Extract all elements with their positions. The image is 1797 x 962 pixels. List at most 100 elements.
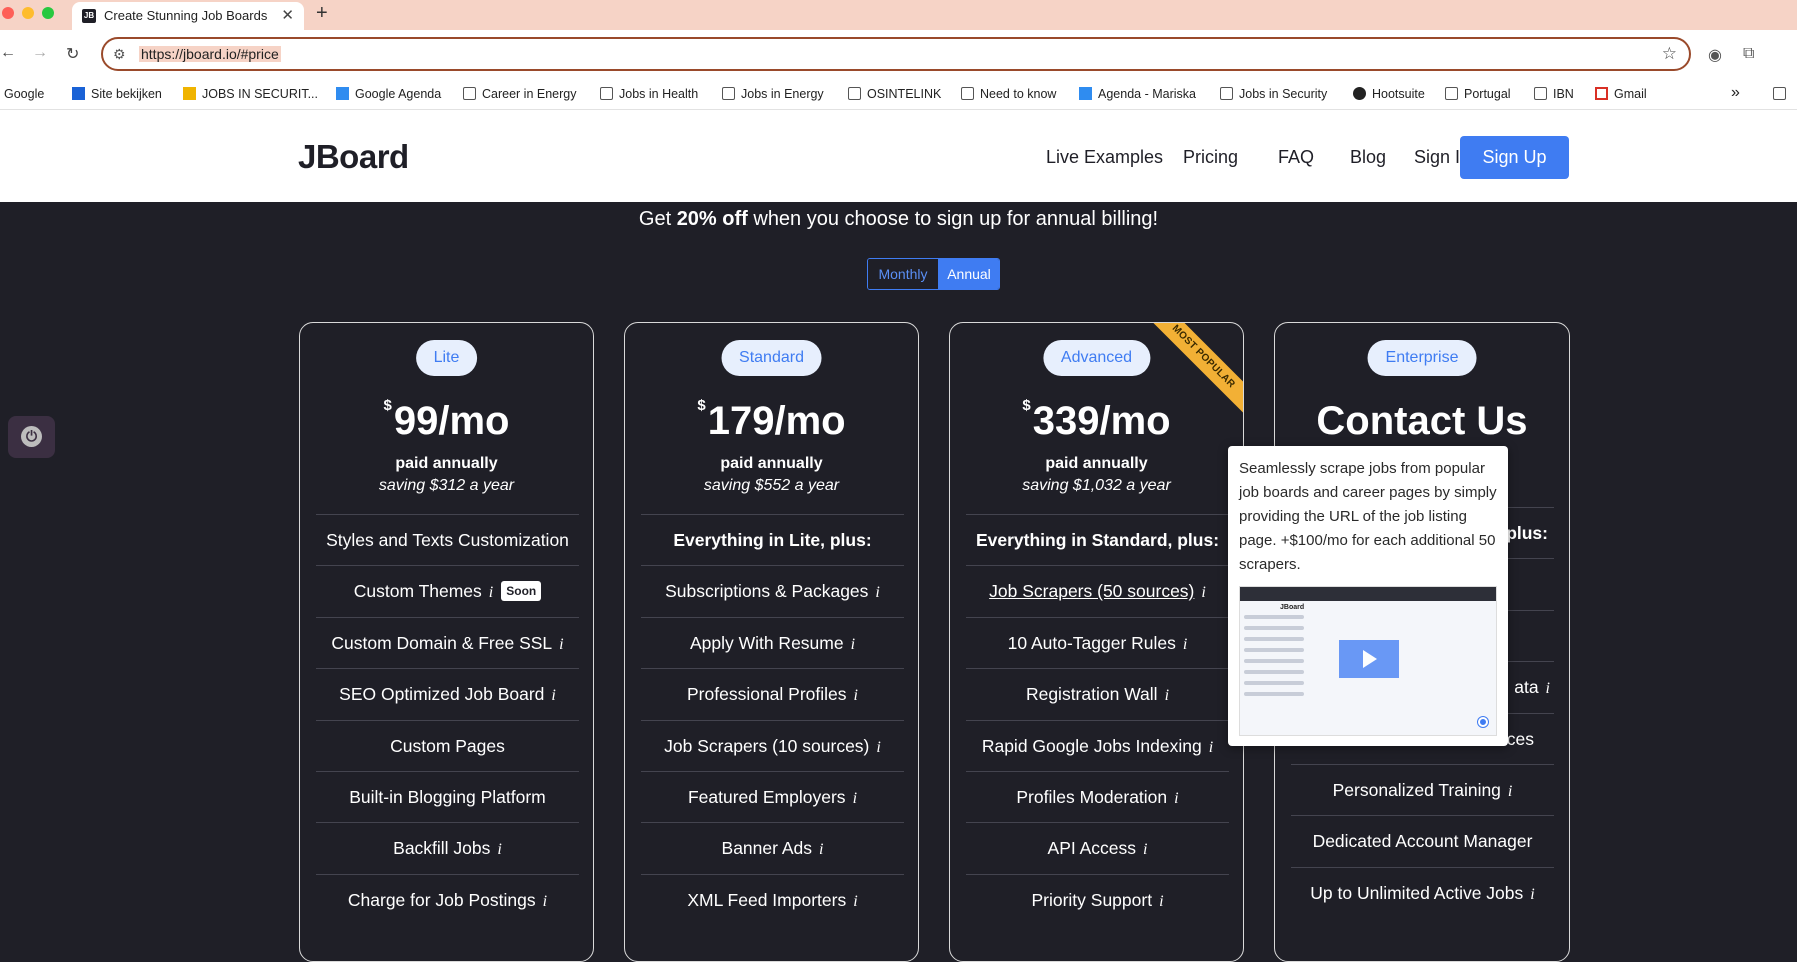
bookmarks-bar: Google Site bekijken JOBS IN SECURIT... … (0, 80, 1797, 110)
feature-label: Priority Support (1031, 889, 1153, 910)
bookmark-item[interactable]: Google (4, 87, 44, 101)
bookmark-item[interactable]: OSINTELINK (848, 87, 941, 101)
plan-card-advanced: MOST POPULAR Advanced $339/mo paid annua… (949, 322, 1244, 962)
info-icon[interactable]: i (1183, 636, 1187, 653)
jboard-favicon-icon: JB (82, 9, 96, 23)
feature-item: Subscriptions & Packages i (641, 565, 904, 616)
info-icon[interactable]: i (1159, 893, 1163, 910)
url-text[interactable]: https://jboard.io/#price (139, 46, 281, 62)
monthly-option[interactable]: Monthly (868, 259, 938, 289)
minimize-window-button[interactable] (22, 7, 34, 19)
feature-item: Custom Themes i Soon (316, 565, 579, 616)
info-icon[interactable]: i (819, 841, 823, 858)
bookmark-item[interactable]: Career in Energy (463, 87, 577, 101)
job-scrapers-link[interactable]: Job Scrapers (50 sources) (989, 581, 1194, 601)
site-settings-icon[interactable]: ⚙ (113, 46, 126, 63)
tab-title: Create Stunning Job Boards (104, 8, 268, 23)
other-bookmarks-folder[interactable] (1773, 87, 1792, 101)
bookmark-item[interactable]: Gmail (1595, 87, 1647, 101)
bookmark-item[interactable]: JOBS IN SECURIT... (183, 87, 318, 101)
address-bar[interactable]: ⚙ https://jboard.io/#price ☆ (101, 37, 1691, 71)
info-icon[interactable]: i (497, 841, 501, 858)
billing-period-toggle: Monthly Annual (867, 258, 1000, 290)
promo-prefix: Get (638, 208, 677, 230)
info-icon[interactable]: i (851, 636, 855, 653)
info-icon[interactable]: i (853, 790, 857, 807)
bookmark-item[interactable]: Jobs in Security (1220, 87, 1327, 101)
back-arrow-icon[interactable]: ← (0, 44, 16, 62)
nav-blog[interactable]: Blog (1350, 147, 1386, 168)
extensions-puzzle-icon[interactable]: ⧉ (1743, 45, 1754, 63)
tab-close-icon[interactable]: ✕ (281, 6, 294, 24)
feature-item: Rapid Google Jobs Indexing i (966, 719, 1229, 771)
video-line (1244, 692, 1304, 696)
reload-icon[interactable]: ↻ (66, 44, 79, 64)
bookmark-item[interactable]: Jobs in Health (600, 87, 698, 101)
bookmark-item[interactable]: Google Agenda (336, 87, 441, 101)
info-icon[interactable]: i (1530, 886, 1534, 903)
feature-item: Registration Wall i (966, 668, 1229, 719)
feature-label: Professional Profiles (687, 684, 847, 705)
bookmark-item[interactable]: Agenda - Mariska (1079, 87, 1196, 101)
info-icon[interactable]: i (1143, 841, 1147, 858)
info-icon[interactable]: i (1508, 783, 1512, 800)
bookmark-label: Jobs in Health (619, 87, 699, 101)
info-icon[interactable]: i (853, 893, 857, 910)
floating-widget[interactable]: ⏻ (8, 416, 55, 458)
sign-up-button[interactable]: Sign Up (1460, 136, 1569, 179)
plan-name-badge: Lite (415, 340, 478, 376)
browser-tab[interactable]: JB Create Stunning Job Boards ✕ (72, 2, 304, 30)
extension-power-icon[interactable]: ◉ (1708, 45, 1722, 65)
info-icon[interactable]: i (543, 893, 547, 910)
new-tab-icon[interactable]: + (316, 2, 328, 25)
bookmark-item[interactable]: Hootsuite (1353, 87, 1425, 101)
promo-discount: 20% off (676, 208, 748, 230)
nav-live-examples[interactable]: Live Examples (1046, 147, 1163, 168)
promo-suffix: when you choose to sign up for annual bi… (747, 208, 1159, 230)
feature-item: Custom Domain & Free SSL i (316, 616, 579, 668)
info-icon[interactable]: i (875, 584, 879, 601)
info-icon[interactable]: i (551, 687, 555, 704)
feature-label: Custom Themes (353, 581, 482, 602)
bookmark-star-icon[interactable]: ☆ (1662, 44, 1677, 64)
info-icon[interactable]: i (1209, 739, 1213, 756)
forward-arrow-icon[interactable]: → (32, 44, 48, 62)
bookmark-item[interactable]: IBN (1534, 87, 1574, 101)
nav-pricing[interactable]: Pricing (1183, 147, 1238, 168)
bookmarks-overflow-icon[interactable]: » (1731, 84, 1740, 102)
bookmark-label: JOBS IN SECURIT... (202, 87, 318, 101)
plan-card-standard: Standard $179/mo paid annually saving $5… (624, 322, 919, 962)
folder-icon (463, 87, 476, 100)
info-icon[interactable]: i (1201, 584, 1205, 601)
demo-video-thumbnail[interactable]: JBoard (1239, 586, 1497, 736)
feature-item: SEO Optimized Job Board i (316, 668, 579, 719)
info-icon[interactable]: i (1174, 790, 1178, 807)
bookmark-item[interactable]: Portugal (1445, 87, 1511, 101)
bookmark-item[interactable]: Site bekijken (72, 87, 162, 101)
maximize-window-button[interactable] (42, 7, 54, 19)
contact-us-title[interactable]: Contact Us (1275, 399, 1569, 444)
jboard-logo[interactable]: JBoard (298, 138, 409, 176)
feature-list: Styles and Texts Customization Custom Th… (316, 514, 579, 925)
bookmark-item[interactable]: Need to know (961, 87, 1056, 101)
play-icon[interactable] (1339, 640, 1399, 678)
annual-option[interactable]: Annual (938, 259, 999, 289)
currency-symbol: $ (697, 397, 706, 414)
info-icon[interactable]: i (1165, 687, 1169, 704)
close-window-button[interactable] (2, 7, 14, 19)
folder-icon (1534, 87, 1547, 100)
video-line (1244, 670, 1304, 674)
power-icon[interactable]: ⏻ (21, 426, 42, 447)
nav-faq[interactable]: FAQ (1278, 147, 1314, 168)
info-icon[interactable]: i (489, 584, 493, 601)
info-icon[interactable]: i (1546, 680, 1550, 697)
info-icon[interactable]: i (854, 687, 858, 704)
site-icon (72, 87, 85, 100)
site-icon (183, 87, 196, 100)
bookmark-label: Site bekijken (91, 87, 162, 101)
bookmark-item[interactable]: Jobs in Energy (722, 87, 824, 101)
feature-label: Custom Domain & Free SSL (331, 632, 553, 653)
info-icon[interactable]: i (876, 739, 880, 756)
feature-label: Profiles Moderation (1016, 786, 1168, 807)
info-icon[interactable]: i (559, 636, 563, 653)
